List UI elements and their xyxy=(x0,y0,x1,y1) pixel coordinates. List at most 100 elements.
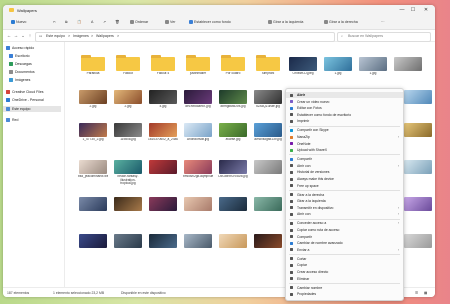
back-icon[interactable]: ← xyxy=(6,32,12,39)
share-button[interactable]: ↗ xyxy=(101,18,108,26)
context-menu-item[interactable]: Free up space xyxy=(286,183,403,189)
view-button[interactable]: Ver xyxy=(163,18,177,26)
minimize-button[interactable]: — xyxy=(397,6,407,14)
image-thumbnail xyxy=(219,234,247,248)
image-thumbnail xyxy=(79,123,107,137)
item-label: Fallout 4 xyxy=(156,72,170,75)
item-label: 52AcQZ3nae.jpg xyxy=(256,105,280,108)
new-button[interactable]: Nuevo xyxy=(9,18,28,26)
context-menu-item[interactable]: Girar a la izquierda xyxy=(286,198,403,204)
up-icon[interactable]: ↑ xyxy=(27,32,33,39)
paste-button[interactable]: 📋 xyxy=(75,18,83,26)
context-menu-item[interactable]: Girar a la derecha xyxy=(286,192,403,198)
sidebar-item-downloads[interactable]: Descargas xyxy=(9,61,32,67)
context-menu-item[interactable]: Upload with ShareX xyxy=(286,147,403,153)
sidebar-item-this-pc[interactable]: Este equipo xyxy=(3,106,61,112)
menu-item-icon xyxy=(290,248,293,252)
context-menu-item[interactable]: Crear acceso directo xyxy=(286,269,403,275)
context-menu-item[interactable]: Abrir con › xyxy=(286,211,403,217)
rotate-left-button[interactable]: Girar a la izquierda xyxy=(266,18,305,26)
folder-icon xyxy=(151,55,175,71)
breadcrumb-wallpapers[interactable]: Wallpapers xyxy=(96,34,114,38)
context-menu-item[interactable]: Transmitir en dispositivo › xyxy=(286,205,403,211)
context-menu-item[interactable]: Copiar xyxy=(286,262,403,268)
context-menu-item[interactable]: OneNote xyxy=(286,141,403,147)
pc-icon: ▭ xyxy=(39,34,43,38)
item-label: bmcdvc2g8.aqmpxuebeat6a8.jpg xyxy=(183,175,213,178)
item-label: Oh9Bm-D.jpeg xyxy=(292,72,314,75)
image-thumbnail xyxy=(114,234,142,248)
menu-item-icon xyxy=(290,164,293,168)
more-button[interactable]: ··· xyxy=(379,18,387,26)
menu-item-icon xyxy=(290,157,293,161)
image-thumbnail xyxy=(149,197,177,211)
image-thumbnail xyxy=(79,90,107,104)
maximize-button[interactable]: ☐ xyxy=(408,6,418,14)
image-thumbnail xyxy=(79,197,107,211)
item-label: 1810370602_a_2480705_2.jpg xyxy=(148,138,178,141)
context-menu-item[interactable]: Cambiar nombre xyxy=(286,285,403,291)
chevron-right-icon: › xyxy=(397,163,399,168)
copy-button[interactable]: ⧉ xyxy=(63,18,70,26)
context-menu-item[interactable]: Always make this device xyxy=(286,176,403,182)
sort-button[interactable]: Ordenar xyxy=(128,18,150,26)
menu-item-icon xyxy=(290,221,293,225)
folder-icon xyxy=(9,8,14,12)
search-icon: ⌕ xyxy=(341,34,344,38)
context-menu: Abrir Crear un video nuevo Editar con Foto… xyxy=(285,88,404,301)
context-menu-item[interactable]: Editar con Fotos xyxy=(286,105,403,111)
forward-icon[interactable]: → xyxy=(13,32,19,39)
sidebar-item-pictures[interactable]: Imágenes xyxy=(9,77,30,83)
network-icon xyxy=(6,118,10,122)
context-menu-item[interactable]: Abrir con › xyxy=(286,163,403,169)
sidebar-item-quick-access[interactable]: Acceso rápido xyxy=(6,45,34,51)
chevron-down-icon[interactable]: ⌄ xyxy=(20,32,26,39)
cloud-icon xyxy=(6,98,10,102)
context-menu-item[interactable]: Compartir con Skype xyxy=(286,127,403,133)
sidebar-item-label: Descargas xyxy=(15,62,32,66)
close-button[interactable]: ✕ xyxy=(421,6,431,14)
context-menu-item[interactable]: Crear un video nuevo xyxy=(286,99,403,105)
image-thumbnail xyxy=(254,123,282,137)
set-background-button[interactable]: Establecer como fondo xyxy=(187,18,233,26)
folder-icon xyxy=(221,55,245,71)
context-menu-item[interactable]: Copiar como ruta de acceso xyxy=(286,227,403,233)
new-label: Nuevo xyxy=(16,20,27,24)
context-menu-item[interactable]: Establecer como fondo de escritorio xyxy=(286,112,403,118)
context-menu-item[interactable]: Conceder acceso a › xyxy=(286,220,403,226)
sidebar-item-documents[interactable]: Documentos xyxy=(9,69,35,75)
rename-button[interactable]: A xyxy=(89,18,95,26)
chevron-right-icon: › xyxy=(397,205,399,210)
context-menu-item[interactable]: Cambiar de nombre avanzado xyxy=(286,240,403,246)
context-menu-item[interactable]: Abrir xyxy=(286,92,403,98)
breadcrumb-pictures[interactable]: Imágenes xyxy=(73,34,89,38)
context-menu-item[interactable]: Enviar a › xyxy=(286,247,403,253)
menu-item-label: Compartir xyxy=(297,157,312,162)
context-menu-item[interactable]: NanaZip › xyxy=(286,134,403,140)
sidebar-item-onedrive[interactable]: OneDrive - Personal xyxy=(6,97,44,103)
breadcrumb-this-pc[interactable]: Este equipo xyxy=(46,34,65,38)
search-box[interactable]: ⌕ Buscar en Wallpapers xyxy=(337,31,431,42)
sidebar-item-label: Escritorio xyxy=(15,54,30,58)
sidebar-item-desktop[interactable]: Escritorio xyxy=(9,53,30,59)
thumbnail-view-icon[interactable]: ▦ xyxy=(424,291,427,295)
context-menu-item[interactable]: Historial de versiones xyxy=(286,169,403,175)
context-menu-item[interactable]: Propiedades xyxy=(286,291,403,297)
title-bar[interactable]: Wallpapers — ☐ ✕ xyxy=(3,5,435,15)
context-menu-item[interactable]: Imprimir xyxy=(286,118,403,124)
navigation-pane: Acceso rápido Escritorio Descargas Docum… xyxy=(3,42,65,287)
details-view-icon[interactable]: ☰ xyxy=(415,291,418,295)
sidebar-item-network[interactable]: Red xyxy=(6,117,18,123)
rotate-right-button[interactable]: Girar a la derecha xyxy=(322,18,360,26)
context-menu-item[interactable]: Eliminar xyxy=(286,276,403,282)
cut-button[interactable]: ✂ xyxy=(51,18,58,26)
context-menu-item[interactable]: Compartir xyxy=(286,156,403,162)
menu-item-label: Cambiar nombre xyxy=(297,285,323,290)
delete-button[interactable]: 🗑 xyxy=(113,18,122,26)
context-menu-item[interactable]: Cortar xyxy=(286,256,403,262)
item-label: bsd_jeacominanix.webpin.jpg xyxy=(78,175,108,178)
context-menu-item[interactable]: Compartir xyxy=(286,234,403,240)
address-bar[interactable]: ▭ Este equipo > Imágenes > Wallpapers > xyxy=(35,31,335,42)
image-thumbnail xyxy=(149,234,177,248)
sidebar-item-creative-cloud[interactable]: Creative Cloud Files xyxy=(6,89,44,95)
